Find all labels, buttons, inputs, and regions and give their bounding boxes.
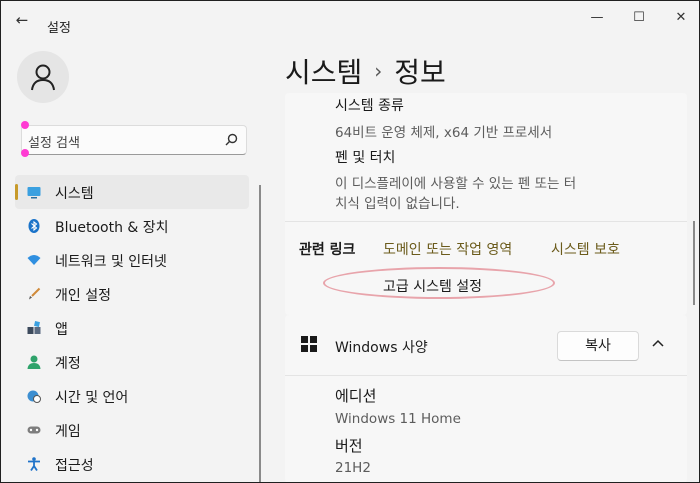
wifi-icon: [27, 255, 41, 265]
marker-dot-bottom: [21, 149, 29, 157]
marker-dot-top: [21, 121, 29, 129]
sidebar-item-accessibility[interactable]: 접근성: [15, 447, 249, 481]
version-value: 21H2: [335, 460, 371, 476]
search-icon[interactable]: [225, 133, 238, 146]
sidebar-item-label: 앱: [55, 322, 68, 338]
brush-icon: [29, 287, 41, 300]
sidebar-item-label: 시스템: [55, 186, 94, 202]
version-label: 버전: [335, 437, 363, 455]
card-divider: [285, 375, 687, 376]
settings-window: ← 설정 — ☐ ✕ 설정 검색 시스템 Bluetooth & 장치 네트워크…: [0, 0, 700, 483]
edition-value: Windows 11 Home: [335, 411, 461, 427]
windows-spec-header[interactable]: Windows 사양 복사: [285, 315, 687, 375]
page-title: 정보: [394, 56, 446, 89]
bluetooth-icon: [28, 219, 40, 233]
system-icon: [27, 187, 41, 199]
gamepad-icon: [27, 426, 41, 434]
main-scrollbar[interactable]: [693, 221, 695, 305]
sidebar-item-personalization[interactable]: 개인 설정: [15, 277, 249, 311]
maximize-button[interactable]: ☐: [619, 9, 659, 27]
windows-spec-title: Windows 사양: [335, 340, 428, 356]
windows-logo-icon: [301, 336, 317, 352]
windows-spec-card: Windows 사양 복사 에디션 Windows 11 Home 버전 21H…: [285, 315, 687, 482]
sidebar-item-label: 개인 설정: [55, 288, 111, 304]
sidebar-item-system[interactable]: 시스템: [15, 175, 249, 209]
pen-touch-value-line1: 이 디스플레이에 사용할 수 있는 펜 또는 터: [335, 176, 577, 192]
system-type-value: 64비트 운영 체제, x64 기반 프로세서: [335, 125, 553, 141]
advanced-system-settings-link[interactable]: 고급 시스템 설정: [383, 276, 482, 296]
globe-clock-icon: [27, 390, 41, 403]
user-icon: [31, 64, 55, 91]
title-bar: ← 설정 — ☐ ✕: [1, 1, 699, 37]
breadcrumb-parent[interactable]: 시스템: [285, 56, 362, 89]
sidebar-item-accounts[interactable]: 계정: [15, 345, 249, 379]
minimize-button[interactable]: —: [577, 9, 617, 27]
back-button[interactable]: ←: [11, 11, 33, 29]
sidebar-item-network[interactable]: 네트워크 및 인터넷: [15, 243, 249, 277]
sidebar-item-label: 접근성: [55, 458, 94, 474]
related-links-title: 관련 링크: [299, 242, 356, 258]
breadcrumb: 시스템 › 정보: [285, 51, 446, 91]
sidebar-nav: 시스템 Bluetooth & 장치 네트워크 및 인터넷 개인 설정 앱 계정…: [15, 175, 249, 481]
active-indicator: [15, 184, 18, 200]
sidebar-item-gaming[interactable]: 게임: [15, 413, 249, 447]
avatar[interactable]: [17, 51, 69, 103]
domain-workgroup-link[interactable]: 도메인 또는 작업 영역: [383, 239, 512, 259]
device-specs-card: 시스템 종류 64비트 운영 체제, x64 기반 프로세서 펜 및 터치 이 …: [285, 93, 687, 315]
sidebar-item-label: 계정: [55, 356, 81, 372]
card-divider: [285, 221, 687, 222]
system-type-label: 시스템 종류: [335, 98, 404, 114]
sidebar-item-label: Bluetooth & 장치: [55, 220, 169, 236]
account-icon: [27, 355, 41, 369]
system-protection-link[interactable]: 시스템 보호: [551, 239, 620, 259]
copy-button[interactable]: 복사: [557, 331, 639, 361]
window-title: 설정: [47, 21, 71, 36]
pen-touch-value-line2: 치식 입력이 없습니다.: [335, 196, 460, 212]
search-box[interactable]: 설정 검색: [21, 125, 247, 155]
chevron-up-icon[interactable]: [649, 335, 667, 353]
sidebar-item-label: 게임: [55, 424, 81, 440]
edition-label: 에디션: [335, 387, 377, 405]
apps-icon: [27, 321, 41, 334]
sidebar-scrollbar[interactable]: [259, 185, 261, 482]
sidebar-item-time-language[interactable]: 시간 및 언어: [15, 379, 249, 413]
sidebar-item-bluetooth[interactable]: Bluetooth & 장치: [15, 209, 249, 243]
search-input[interactable]: 설정 검색: [28, 132, 80, 151]
pen-touch-label: 펜 및 터치: [335, 150, 396, 166]
breadcrumb-separator: ›: [374, 59, 383, 83]
accessibility-icon: [28, 457, 40, 471]
close-button[interactable]: ✕: [661, 9, 699, 27]
sidebar-item-label: 네트워크 및 인터넷: [55, 254, 167, 270]
sidebar-item-apps[interactable]: 앱: [15, 311, 249, 345]
sidebar-item-label: 시간 및 언어: [55, 390, 129, 406]
